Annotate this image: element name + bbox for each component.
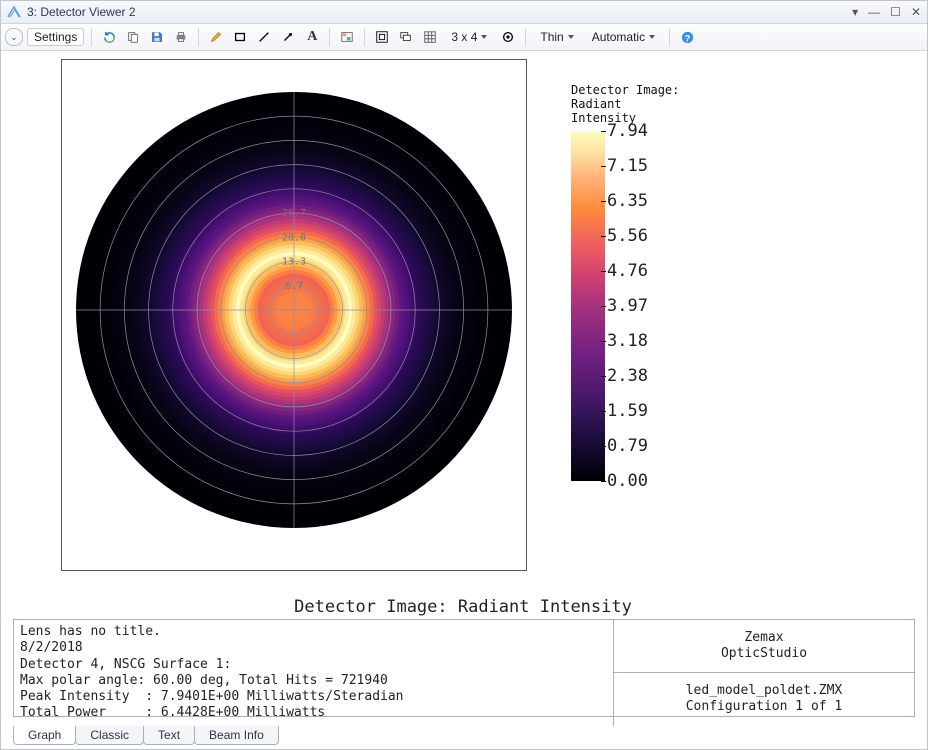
info-left: Lens has no title. 8/2/2018 Detector 4, … (14, 620, 614, 726)
colorbar-tick: 1.59 (607, 401, 648, 421)
grid-icon[interactable] (420, 27, 440, 47)
window-title: 3: Detector Viewer 2 (27, 5, 136, 19)
plot-subtitle: Detector Image: Radiant Intensity (13, 597, 913, 617)
copy-icon[interactable] (123, 27, 143, 47)
chevron-down-icon (649, 35, 655, 39)
text-annot-icon[interactable]: A (302, 27, 322, 47)
window-close-icon[interactable]: ✕ (911, 5, 921, 19)
layers-icon[interactable] (396, 27, 416, 47)
colorbar-tick: 0.79 (607, 436, 648, 456)
chevron-down-icon (568, 35, 574, 39)
scale-label: Automatic (592, 30, 645, 44)
colorbar-tick: 5.56 (607, 226, 648, 246)
window-controls: ▾ — ☐ ✕ (852, 5, 921, 19)
svg-text:13.3: 13.3 (282, 257, 306, 268)
settings-button[interactable]: Settings (27, 28, 84, 46)
colorbar-tick: 2.38 (607, 366, 648, 386)
app-icon (7, 5, 21, 19)
arrow-icon[interactable] (278, 27, 298, 47)
info-right: Zemax OpticStudio led_model_poldet.ZMX C… (614, 620, 914, 726)
svg-text:20.0: 20.0 (282, 232, 306, 243)
colorbar-gradient (571, 131, 605, 481)
toolbar: ⌄ Settings A 3 x 4 Thin Automatic (1, 24, 927, 51)
grid-size-dropdown[interactable]: 3 x 4 (444, 28, 494, 46)
colorbar-tick: 3.18 (607, 331, 648, 351)
colorbar-tick: 7.15 (607, 156, 648, 176)
colorbar-tick: 0.00 (607, 471, 648, 491)
tab-text[interactable]: Text (143, 726, 195, 745)
help-icon[interactable]: ? (677, 27, 697, 47)
lineweight-label: Thin (540, 30, 563, 44)
rectangle-icon[interactable] (230, 27, 250, 47)
colorbar: Detector Image: Radiant Intensity 7.94 7.… (571, 83, 741, 481)
layout-icon[interactable] (372, 27, 392, 47)
window-minimize-icon[interactable]: — (868, 5, 880, 19)
view-tabs: GraphClassicTextBeam Info (13, 726, 278, 745)
window-maximize-icon[interactable]: ☐ (890, 5, 901, 19)
scale-dropdown[interactable]: Automatic (585, 28, 662, 46)
line-icon[interactable] (254, 27, 274, 47)
window-pin-icon[interactable]: ▾ (852, 5, 858, 19)
plot-frame[interactable]: 6.7 13.3 20.0 26.7 (61, 59, 527, 571)
svg-text:?: ? (684, 33, 690, 43)
polar-plot: 6.7 13.3 20.0 26.7 (72, 88, 516, 532)
pencil-icon[interactable] (206, 27, 226, 47)
info-panel: Lens has no title. 8/2/2018 Detector 4, … (13, 619, 915, 717)
info-file: led_model_poldet.ZMX Configuration 1 of … (614, 673, 914, 726)
info-software: Zemax OpticStudio (614, 620, 914, 673)
svg-text:6.7: 6.7 (285, 281, 303, 292)
app-window: 3: Detector Viewer 2 ▾ — ☐ ✕ ⌄ Settings … (0, 0, 928, 750)
refresh-icon[interactable] (99, 27, 119, 47)
lineweight-dropdown[interactable]: Thin (533, 28, 580, 46)
settings-chevron-icon[interactable]: ⌄ (5, 28, 23, 46)
reset-view-icon[interactable] (498, 27, 518, 47)
tab-classic[interactable]: Classic (75, 726, 144, 745)
grid-size-label: 3 x 4 (451, 30, 477, 44)
titlebar: 3: Detector Viewer 2 ▾ — ☐ ✕ (1, 1, 927, 24)
colorbar-tick: 6.35 (607, 191, 648, 211)
colorbar-tick: 4.76 (607, 261, 648, 281)
tab-beam-info[interactable]: Beam Info (194, 726, 279, 745)
save-icon[interactable] (147, 27, 167, 47)
colorbar-title: Detector Image: Radiant Intensity (571, 83, 741, 125)
theme-icon[interactable] (337, 27, 357, 47)
settings-label: Settings (34, 30, 77, 44)
tab-graph[interactable]: Graph (13, 726, 76, 745)
chevron-down-icon (481, 35, 487, 39)
plot-area: 6.7 13.3 20.0 26.7 Detector Image: Radiant … (13, 53, 913, 593)
colorbar-tick: 3.97 (607, 296, 648, 316)
svg-text:26.7: 26.7 (282, 208, 306, 219)
colorbar-tick: 7.94 (607, 121, 648, 141)
colorbar-ticks: 7.947.156.355.564.763.973.182.381.590.79… (605, 131, 695, 481)
print-icon[interactable] (171, 27, 191, 47)
